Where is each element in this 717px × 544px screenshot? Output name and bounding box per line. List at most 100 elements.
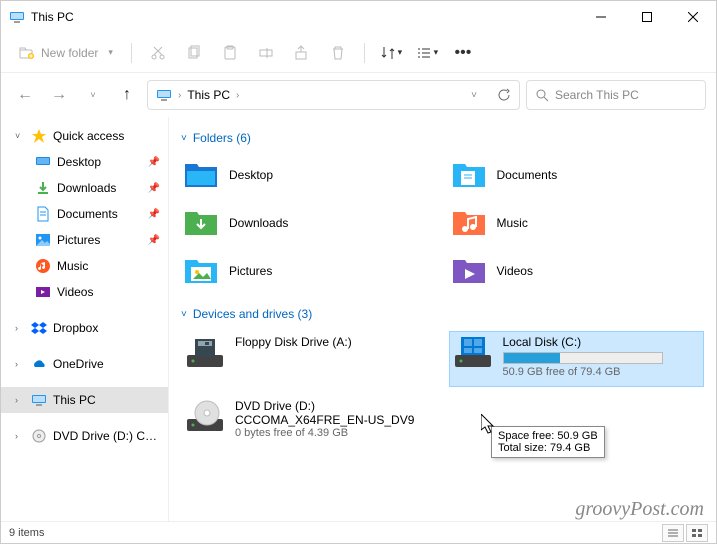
downloads-icon	[35, 180, 51, 196]
tooltip-line: Space free: 50.9 GB	[498, 430, 598, 442]
folder-music[interactable]: Music	[449, 203, 705, 243]
sidebar-item-this-pc[interactable]: › This PC	[1, 387, 168, 413]
group-label: Folders (6)	[193, 131, 251, 145]
sidebar-item-desktop[interactable]: Desktop 📌	[1, 149, 168, 175]
new-folder-label: New folder	[41, 46, 98, 60]
pin-icon: 📌	[148, 235, 160, 246]
folder-pictures[interactable]: Pictures	[181, 251, 437, 291]
folder-label: Videos	[497, 264, 533, 278]
address-dropdown-icon[interactable]: ˅	[471, 90, 477, 101]
delete-icon	[330, 45, 346, 61]
chevron-right-icon: ›	[178, 90, 181, 101]
view-icon	[416, 45, 432, 61]
sidebar-item-downloads[interactable]: Downloads 📌	[1, 175, 168, 201]
sidebar-label: Music	[57, 259, 88, 273]
statusbar: 9 items	[1, 521, 716, 543]
refresh-icon[interactable]	[497, 88, 511, 102]
toolbar: New folder ▾ ▾ ▾ •••	[1, 33, 716, 73]
forward-button[interactable]: →	[45, 81, 73, 109]
copy-button[interactable]	[178, 37, 210, 69]
minimize-button[interactable]	[578, 1, 624, 33]
sort-button[interactable]: ▾	[375, 37, 407, 69]
videos-icon	[35, 284, 51, 300]
sidebar-item-onedrive[interactable]: › OneDrive	[1, 351, 168, 377]
chevron-down-icon: ▾	[108, 47, 113, 58]
navbar: ← → ˅ ↑ › This PC › ˅ Search This PC	[1, 73, 716, 117]
documents-icon	[451, 159, 487, 191]
chevron-right-icon[interactable]: ›	[15, 431, 25, 441]
details-view-button[interactable]	[662, 524, 684, 542]
folder-desktop[interactable]: Desktop	[181, 155, 437, 195]
pictures-icon	[183, 255, 219, 287]
sidebar-label: Desktop	[57, 155, 101, 169]
rename-button[interactable]	[250, 37, 282, 69]
folder-label: Desktop	[229, 168, 273, 182]
desktop-icon	[183, 159, 219, 191]
icons-view-button[interactable]	[686, 524, 708, 542]
dropbox-icon	[31, 320, 47, 336]
view-button[interactable]: ▾	[411, 37, 443, 69]
up-button[interactable]: ↑	[113, 81, 141, 109]
group-label: Devices and drives (3)	[193, 307, 312, 321]
group-drives[interactable]: ˅ Devices and drives (3)	[181, 307, 704, 321]
sidebar-label: Documents	[57, 207, 118, 221]
chevron-down-icon[interactable]: ˅	[15, 131, 25, 141]
search-icon	[535, 88, 549, 102]
floppy-icon	[185, 335, 225, 371]
folder-documents[interactable]: Documents	[449, 155, 705, 195]
paste-button[interactable]	[214, 37, 246, 69]
drive-label: Floppy Disk Drive (A:)	[235, 335, 433, 349]
share-icon	[294, 45, 310, 61]
drive-label: Local Disk (C:)	[503, 335, 701, 349]
maximize-button[interactable]	[624, 1, 670, 33]
sidebar-label: OneDrive	[53, 357, 104, 371]
this-pc-icon	[156, 87, 172, 103]
tooltip-line: Total size: 79.4 GB	[498, 442, 598, 454]
sidebar-label: DVD Drive (D:) C…	[53, 429, 157, 443]
sidebar-item-dvd[interactable]: › DVD Drive (D:) C…	[1, 423, 168, 449]
dvd-icon	[31, 428, 47, 444]
pin-icon: 📌	[148, 209, 160, 220]
status-items: 9 items	[9, 527, 44, 539]
copy-icon	[186, 45, 202, 61]
drive-dvd[interactable]: DVD Drive (D:) CCCOMA_X64FRE_EN-US_DV9 0…	[181, 395, 437, 451]
sidebar-item-pictures[interactable]: Pictures 📌	[1, 227, 168, 253]
more-button[interactable]: •••	[447, 37, 479, 69]
chevron-right-icon[interactable]: ›	[15, 323, 25, 333]
music-icon	[35, 258, 51, 274]
address-bar[interactable]: › This PC › ˅	[147, 80, 520, 110]
group-folders[interactable]: ˅ Folders (6)	[181, 131, 704, 145]
drive-sublabel: 0 bytes free of 4.39 GB	[235, 427, 433, 439]
close-button[interactable]	[670, 1, 716, 33]
search-input[interactable]: Search This PC	[526, 80, 706, 110]
share-button[interactable]	[286, 37, 318, 69]
chevron-right-icon[interactable]: ›	[236, 90, 239, 101]
sidebar-item-music[interactable]: Music	[1, 253, 168, 279]
sidebar-item-dropbox[interactable]: › Dropbox	[1, 315, 168, 341]
local-disk-icon	[453, 335, 493, 371]
paste-icon	[222, 45, 238, 61]
folder-videos[interactable]: Videos	[449, 251, 705, 291]
content-pane: ˅ Folders (6) Desktop Documents Download…	[169, 117, 716, 521]
sidebar-quick-access[interactable]: ˅ Quick access	[1, 123, 168, 149]
sidebar-item-videos[interactable]: Videos	[1, 279, 168, 305]
folder-label: Downloads	[229, 216, 288, 230]
cut-button[interactable]	[142, 37, 174, 69]
new-folder-icon	[19, 45, 35, 61]
back-button[interactable]: ←	[11, 81, 39, 109]
folder-downloads[interactable]: Downloads	[181, 203, 437, 243]
recent-button[interactable]: ˅	[79, 81, 107, 109]
documents-icon	[35, 206, 51, 222]
new-folder-button[interactable]: New folder ▾	[11, 37, 121, 69]
sidebar-item-documents[interactable]: Documents 📌	[1, 201, 168, 227]
sidebar-label: Dropbox	[53, 321, 98, 335]
sidebar-label: Videos	[57, 285, 93, 299]
chevron-right-icon[interactable]: ›	[15, 395, 25, 405]
drive-floppy[interactable]: Floppy Disk Drive (A:)	[181, 331, 437, 387]
this-pc-icon	[9, 9, 25, 25]
drive-local-c[interactable]: Local Disk (C:) 50.9 GB free of 79.4 GB	[449, 331, 705, 387]
chevron-right-icon[interactable]: ›	[15, 359, 25, 369]
address-segment[interactable]: This PC	[187, 88, 230, 102]
this-pc-icon	[31, 392, 47, 408]
delete-button[interactable]	[322, 37, 354, 69]
